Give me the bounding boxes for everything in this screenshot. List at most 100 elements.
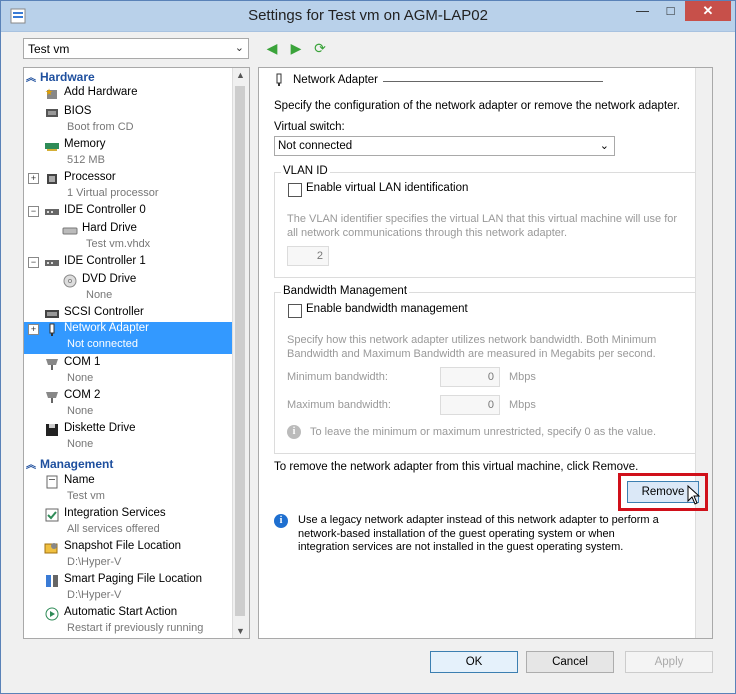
tree-item-snapshot-file-location[interactable]: Snapshot File Location D:\Hyper-V <box>24 540 234 572</box>
memory-icon <box>44 139 60 153</box>
enable-bandwidth-checkbox[interactable] <box>288 304 302 318</box>
expand-icon[interactable]: + <box>28 324 39 335</box>
ok-button[interactable]: OK <box>430 651 518 673</box>
enable-bandwidth-label: Enable bandwidth management <box>306 303 468 315</box>
tree-item-label: IDE Controller 0 <box>64 204 146 216</box>
panel-scrollbar[interactable] <box>695 68 712 638</box>
tree-item-com-1[interactable]: COM 1 None <box>24 356 234 388</box>
tree-item-sub: 1 Virtual processor <box>67 187 159 199</box>
tree-item-dvd-drive[interactable]: DVD Drive None <box>24 273 234 305</box>
bios-chip-icon <box>44 106 60 120</box>
back-arrow-icon[interactable]: ◀ <box>263 39 281 57</box>
info-icon: i <box>274 514 288 528</box>
tree-item-label: DVD Drive <box>82 273 137 285</box>
expand-icon[interactable]: + <box>28 173 39 184</box>
max-bandwidth-input[interactable]: 0 <box>440 395 500 415</box>
tree-item-ide-controller-0[interactable]: − IDE Controller 0 <box>24 204 234 220</box>
vlan-title: VLAN ID <box>281 165 330 177</box>
vlan-id-input[interactable]: 2 <box>287 246 329 266</box>
ide-controller-icon <box>44 205 60 219</box>
enable-vlan-label: Enable virtual LAN identification <box>306 182 469 194</box>
tree-item-network-adapter[interactable]: + Network Adapter Not connected <box>24 322 234 354</box>
tree-item-processor[interactable]: + Processor 1 Virtual processor <box>24 171 234 203</box>
hardware-section-header[interactable]: ︽ Hardware <box>26 69 95 85</box>
tree-item-hard-drive[interactable]: Hard Drive Test vm.vhdx <box>24 222 234 254</box>
apply-button[interactable]: Apply <box>625 651 713 673</box>
settings-tree: ︽ Hardware ★ Add Hardware BIOS Boot from … <box>23 67 250 639</box>
virtual-switch-value: Not connected <box>278 140 353 152</box>
tree-item-smart-paging-file-location[interactable]: Smart Paging File Location D:\Hyper-V <box>24 573 234 605</box>
chevron-down-icon: ⌄ <box>599 140 609 152</box>
scroll-down-icon[interactable]: ▼ <box>236 626 245 636</box>
automatic-start-icon <box>44 607 60 621</box>
vm-select[interactable]: Test vm ⌄ <box>23 38 249 59</box>
tree-item-label: BIOS <box>64 105 92 117</box>
settings-window: Settings for Test vm on AGM-LAP02 — □ ✕ … <box>0 0 736 694</box>
tree-item-sub: All services offered <box>67 523 160 535</box>
tree-item-com-2[interactable]: COM 2 None <box>24 389 234 421</box>
tree-item-name[interactable]: Name Test vm <box>24 474 234 506</box>
network-adapter-icon <box>276 73 282 86</box>
tree-item-sub: None <box>67 438 94 450</box>
toolbar: ◀ ▶ ⟳ <box>263 39 335 59</box>
management-section-header[interactable]: ︽ Management <box>26 456 113 472</box>
tree-item-label: Network Adapter <box>64 322 150 334</box>
mouse-cursor-icon <box>687 485 701 505</box>
tree-item-sub: None <box>67 372 94 384</box>
smart-paging-icon <box>44 574 60 588</box>
collapse-icon[interactable]: − <box>28 206 39 217</box>
minimize-button[interactable]: — <box>629 1 656 21</box>
scrollbar-thumb[interactable] <box>235 86 245 616</box>
tree-item-label: Hard Drive <box>82 222 137 234</box>
tree-item-automatic-start-action[interactable]: Automatic Start Action Restart if previo… <box>24 606 234 638</box>
ide-controller-icon <box>44 256 60 270</box>
tree-item-integration-services[interactable]: Integration Services All services offere… <box>24 507 234 539</box>
scsi-controller-icon <box>44 307 60 321</box>
close-button[interactable]: ✕ <box>685 1 731 21</box>
tree-item-label: Smart Paging File Location <box>64 573 203 585</box>
panel-header: Network Adapter <box>293 74 379 86</box>
scroll-up-icon[interactable]: ▲ <box>236 70 245 80</box>
virtual-switch-label: Virtual switch: <box>274 121 345 133</box>
panel-description: Specify the configuration of the network… <box>274 100 680 112</box>
collapse-icon[interactable]: − <box>28 257 39 268</box>
cancel-button[interactable]: Cancel <box>526 651 614 673</box>
floppy-disk-icon <box>44 423 60 437</box>
tree-item-sub: 512 MB <box>67 154 105 166</box>
tree-item-label: Snapshot File Location <box>64 540 181 552</box>
tree-item-sub: D:\Hyper-V <box>67 589 122 601</box>
tree-item-sub: Test vm.vhdx <box>86 238 151 250</box>
enable-vlan-checkbox[interactable] <box>288 183 302 197</box>
processor-icon <box>44 172 60 186</box>
virtual-switch-select[interactable]: Not connected ⌄ <box>274 136 615 156</box>
min-bandwidth-input[interactable]: 0 <box>440 367 500 387</box>
forward-arrow-icon[interactable]: ▶ <box>287 39 305 57</box>
tree-item-scsi-controller[interactable]: SCSI Controller <box>24 306 234 322</box>
tree-item-label: IDE Controller 1 <box>64 255 146 267</box>
tree-item-memory[interactable]: Memory 512 MB <box>24 138 234 170</box>
max-bandwidth-label: Maximum bandwidth: <box>287 399 391 411</box>
svg-text:★: ★ <box>45 87 53 97</box>
tree-item-sub: Not connected <box>67 338 138 350</box>
collapse-icon: ︽ <box>26 73 36 84</box>
tree-item-add-hardware[interactable]: ★ Add Hardware <box>24 86 234 102</box>
vm-select-value: Test vm <box>28 42 70 56</box>
tree-item-label: Processor <box>64 171 116 183</box>
tree-item-ide-controller-1[interactable]: − IDE Controller 1 <box>24 255 234 271</box>
tree-item-label: Diskette Drive <box>64 422 136 434</box>
hardware-header-label: Hardware <box>40 70 95 84</box>
tree-item-bios[interactable]: BIOS Boot from CD <box>24 105 234 137</box>
tree-item-diskette-drive[interactable]: Diskette Drive None <box>24 422 234 454</box>
tree-item-sub: Restart if previously running <box>67 622 204 634</box>
info-icon: i <box>287 425 301 439</box>
add-hardware-icon: ★ <box>44 87 60 101</box>
tree-item-label: Add Hardware <box>64 86 138 98</box>
management-header-label: Management <box>40 457 114 471</box>
dvd-disc-icon <box>62 274 78 288</box>
tree-scrollbar[interactable]: ▲ ▼ <box>232 68 249 638</box>
tree-item-label: Integration Services <box>64 507 166 519</box>
hard-drive-icon <box>62 223 78 237</box>
refresh-icon[interactable]: ⟳ <box>311 39 329 57</box>
tree-item-sub: Test vm <box>67 490 105 502</box>
maximize-button[interactable]: □ <box>657 1 684 21</box>
